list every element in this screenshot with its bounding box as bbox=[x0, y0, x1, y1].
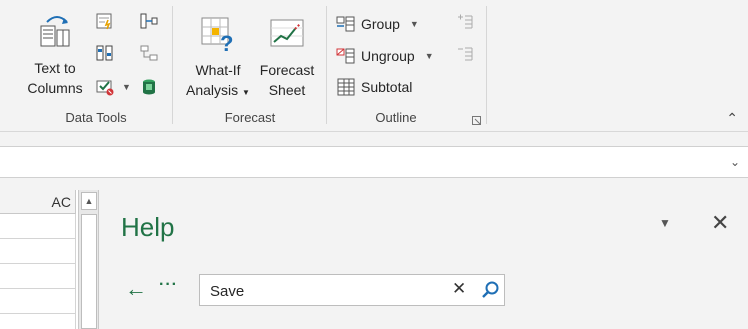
forecast-group-label: Forecast bbox=[224, 110, 276, 125]
clear-search-icon[interactable]: ✕ bbox=[452, 279, 466, 299]
worksheet-grid: AC ▲ bbox=[0, 190, 98, 329]
scrollbar-track[interactable] bbox=[81, 214, 97, 329]
show-detail-icon[interactable] bbox=[456, 13, 474, 31]
svg-text:?: ? bbox=[220, 31, 233, 54]
ungroup-icon bbox=[336, 48, 355, 64]
subtotal-icon bbox=[337, 78, 355, 96]
cell[interactable] bbox=[0, 264, 76, 289]
more-options-icon[interactable]: ··· bbox=[159, 276, 178, 294]
vertical-scrollbar[interactable]: ▲ bbox=[78, 190, 98, 329]
subtotal-button[interactable]: Subtotal bbox=[336, 76, 412, 98]
outline-dialog-launcher-icon[interactable] bbox=[472, 116, 482, 126]
remove-duplicates-icon[interactable] bbox=[96, 44, 114, 62]
group-icon bbox=[336, 16, 355, 32]
ribbon: Text to Columns ▼ Data Tools ? What-If A… bbox=[0, 0, 748, 132]
group-separator bbox=[326, 6, 327, 124]
data-validation-caret-icon[interactable]: ▼ bbox=[122, 82, 131, 92]
group-separator bbox=[486, 6, 487, 124]
ungroup-caret-icon: ▼ bbox=[424, 51, 434, 61]
subtotal-label: Subtotal bbox=[361, 79, 413, 95]
cell[interactable] bbox=[0, 214, 76, 239]
relationships-icon[interactable] bbox=[140, 44, 158, 62]
pane-options-icon[interactable]: ▼ bbox=[659, 216, 671, 230]
group-label: Group bbox=[361, 16, 400, 32]
group-caret-icon: ▼ bbox=[409, 19, 419, 29]
group-separator bbox=[172, 6, 173, 124]
help-title: Help bbox=[121, 212, 175, 242]
text-to-columns-label-2: Columns bbox=[27, 80, 83, 96]
what-if-analysis-icon: ? bbox=[201, 17, 233, 54]
ungroup-label: Ungroup bbox=[361, 48, 415, 64]
text-to-columns-button[interactable]: Text to Columns bbox=[20, 14, 90, 98]
cell[interactable] bbox=[0, 289, 76, 314]
outline-group-label: Outline bbox=[375, 110, 417, 125]
data-validation-icon[interactable] bbox=[96, 78, 114, 96]
forecast-sheet-button[interactable]: Forecast Sheet bbox=[254, 14, 320, 100]
forecast-sheet-icon bbox=[270, 19, 304, 47]
group-button[interactable]: Group ▼ bbox=[336, 13, 419, 35]
what-if-label-2: Analysis ▼ bbox=[186, 82, 250, 98]
help-search-input[interactable] bbox=[210, 281, 440, 301]
text-to-columns-label-1: Text to bbox=[34, 60, 76, 76]
forecast-sheet-label-2: Sheet bbox=[268, 82, 306, 98]
formula-bar[interactable]: ⌄ bbox=[0, 146, 748, 178]
cell[interactable] bbox=[0, 314, 76, 329]
column-header[interactable]: AC bbox=[0, 190, 76, 214]
forecast-sheet-label-1: Forecast bbox=[259, 62, 315, 78]
close-icon[interactable]: ✕ bbox=[711, 210, 729, 236]
what-if-analysis-button[interactable]: ? What-If Analysis ▼ bbox=[180, 14, 256, 103]
back-arrow-icon[interactable]: ← bbox=[125, 276, 147, 302]
scroll-up-icon[interactable]: ▲ bbox=[81, 192, 97, 210]
hide-detail-icon[interactable] bbox=[456, 45, 474, 63]
expand-formula-bar-icon[interactable]: ⌄ bbox=[730, 155, 740, 169]
manage-data-model-icon[interactable] bbox=[140, 78, 158, 96]
search-icon[interactable] bbox=[480, 280, 500, 300]
help-search-box: ✕ bbox=[199, 274, 505, 306]
what-if-label-1: What-If bbox=[195, 62, 241, 78]
consolidate-icon[interactable] bbox=[140, 12, 158, 30]
collapse-ribbon-icon[interactable]: ⌃ bbox=[726, 110, 738, 127]
help-pane: Help ▼ ✕ ← ··· ✕ bbox=[98, 190, 748, 329]
text-to-columns-icon bbox=[40, 16, 70, 47]
ungroup-button[interactable]: Ungroup ▼ bbox=[336, 45, 434, 67]
what-if-caret-icon: ▼ bbox=[242, 88, 250, 97]
data-tools-group-label: Data Tools bbox=[65, 110, 127, 125]
cell[interactable] bbox=[0, 239, 76, 264]
flash-fill-icon[interactable] bbox=[96, 12, 114, 30]
